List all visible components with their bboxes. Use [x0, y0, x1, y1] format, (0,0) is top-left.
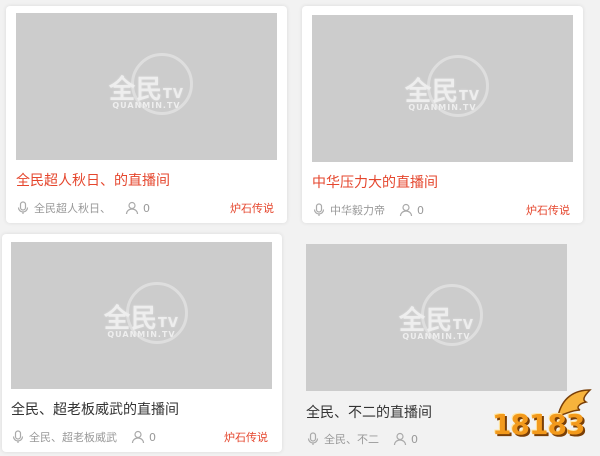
stream-meta: 全民超人秋日、 0 [16, 200, 150, 216]
stream-card-2[interactable]: 全民TV QUANMIN.TV 中华压力大的直播间 中华毅力帝 0 炉石传说 [302, 6, 583, 223]
stream-meta: 中华毅力帝 0 [312, 202, 424, 218]
quanmin-logo: 全民TV QUANMIN.TV [96, 281, 188, 344]
quanmin-logo: 全民TV QUANMIN.TV [101, 52, 193, 115]
stream-title[interactable]: 中华压力大的直播间 [312, 172, 438, 192]
viewer-count: 0 [411, 432, 418, 446]
user-icon [131, 430, 145, 444]
viewer-count: 0 [417, 203, 424, 217]
stream-thumbnail[interactable]: 全民TV QUANMIN.TV [306, 244, 567, 391]
streamer-name[interactable]: 全民、不二 [324, 431, 379, 447]
stream-thumbnail[interactable]: 全民TV QUANMIN.TV [312, 15, 573, 162]
user-icon [393, 432, 407, 446]
stream-thumbnail[interactable]: 全民TV QUANMIN.TV [11, 242, 272, 389]
category-tag[interactable]: 炉石传说 [526, 202, 570, 218]
stream-meta: 全民、超老板威武 0 [11, 429, 156, 445]
stream-title[interactable]: 全民、不二的直播间 [306, 402, 432, 422]
quanmin-logo: 全民TV QUANMIN.TV [391, 283, 483, 346]
stream-card-3[interactable]: 全民TV QUANMIN.TV 全民、超老板威武的直播间 全民、超老板威武 0 … [2, 234, 282, 452]
badge-text: 18183 [492, 408, 585, 441]
microphone-icon [17, 201, 29, 214]
stream-meta: 全民、不二 0 [306, 431, 418, 447]
viewer-count: 0 [149, 430, 156, 444]
site-watermark-badge: 18183 [488, 388, 596, 452]
stream-card-1[interactable]: 全民TV QUANMIN.TV 全民超人秋日、的直播间 全民超人秋日、 0 炉石… [6, 6, 287, 223]
user-icon [125, 201, 139, 215]
stream-title[interactable]: 全民、超老板威武的直播间 [11, 399, 179, 419]
viewer-count: 0 [143, 201, 150, 215]
streamer-name[interactable]: 中华毅力帝 [330, 202, 385, 218]
quanmin-logo: 全民TV QUANMIN.TV [397, 54, 489, 117]
stream-title[interactable]: 全民超人秋日、的直播间 [16, 170, 170, 190]
microphone-icon [307, 432, 319, 445]
microphone-icon [313, 203, 325, 216]
streamer-name[interactable]: 全民超人秋日、 [34, 200, 111, 216]
user-icon [399, 203, 413, 217]
category-tag[interactable]: 炉石传说 [224, 429, 268, 445]
stream-thumbnail[interactable]: 全民TV QUANMIN.TV [16, 13, 277, 160]
streamer-name[interactable]: 全民、超老板威武 [29, 429, 117, 445]
microphone-icon [12, 430, 24, 443]
category-tag[interactable]: 炉石传说 [230, 200, 274, 216]
